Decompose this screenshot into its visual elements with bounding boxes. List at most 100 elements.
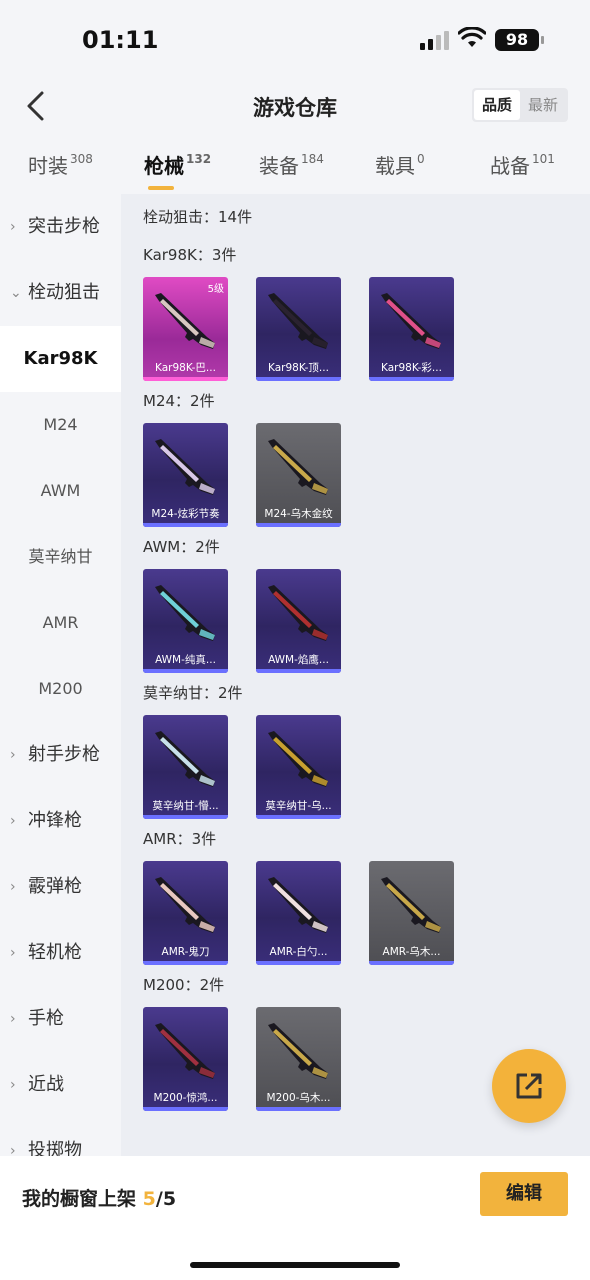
sidebar-item-label: 轻机枪 — [28, 942, 82, 963]
sidebar-item-label: AMR — [42, 613, 79, 632]
weapon-card[interactable]: M24-炫彩节奏 — [143, 423, 228, 527]
weapon-card-label: Kar98K-彩... — [381, 362, 442, 374]
weapon-card-label: AMR-鬼刀 — [161, 946, 210, 958]
chevron-right-icon: › — [10, 1143, 16, 1156]
battery-indicator: 98 — [495, 29, 544, 51]
sort-option-quality[interactable]: 品质 — [474, 90, 520, 120]
tab-count: 184 — [301, 152, 324, 166]
sidebar-item[interactable]: › 霰弹枪 — [0, 854, 121, 920]
weapon-card-label: M24-炫彩节奏 — [151, 508, 220, 520]
edit-button[interactable]: 编辑 — [480, 1172, 568, 1216]
rarity-bar — [143, 669, 228, 673]
weapon-card-label: 莫辛纳甘-懵... — [152, 800, 219, 812]
tab-label: 枪械 — [144, 154, 184, 178]
showcase-text: 我的橱窗上架 — [22, 1188, 137, 1210]
sidebar-item-label: 投掷物 — [28, 1140, 82, 1156]
weapon-card[interactable]: Kar98K-彩... — [369, 277, 454, 381]
rifle-icon — [268, 877, 328, 933]
sidebar-item[interactable]: M24 — [0, 392, 121, 458]
weapon-card[interactable]: 莫辛纳甘-懵... — [143, 715, 228, 819]
chevron-right-icon: › — [10, 1077, 16, 1093]
weapon-card[interactable]: 莫辛纳甘-乌... — [256, 715, 341, 819]
weapon-card[interactable]: Kar98K-顶... — [256, 277, 341, 381]
rifle-icon — [381, 293, 441, 349]
rarity-bar — [256, 815, 341, 819]
header: 游戏仓库 品质 最新 — [0, 78, 590, 134]
chevron-right-icon: › — [10, 879, 16, 895]
weapon-card[interactable]: AWM-纯真... — [143, 569, 228, 673]
weapon-card[interactable]: AMR-白勺... — [256, 861, 341, 965]
bottom-bar: 我的橱窗上架 5/5 编辑 — [0, 1156, 590, 1280]
sidebar-item[interactable]: › 轻机枪 — [0, 920, 121, 986]
sidebar-item[interactable]: AMR — [0, 590, 121, 656]
rarity-bar — [143, 523, 228, 527]
sidebar-item[interactable]: Kar98K — [0, 326, 121, 392]
rarity-bar — [369, 961, 454, 965]
status-bar: 01:11 98 — [0, 0, 590, 78]
sidebar-item[interactable]: M200 — [0, 656, 121, 722]
weapon-card[interactable]: M200-惊鸿... — [143, 1007, 228, 1111]
section-title: Kar98K：3件 — [143, 246, 237, 264]
sidebar-item[interactable]: › 射手步枪 — [0, 722, 121, 788]
rarity-bar — [256, 1107, 341, 1111]
tab-label: 战备 — [490, 154, 530, 178]
share-icon — [516, 1073, 542, 1099]
weapon-card[interactable]: AMR-乌木... — [369, 861, 454, 965]
tab-guns[interactable]: 枪械 132 — [144, 150, 211, 190]
sidebar-item[interactable]: › 手枪 — [0, 986, 121, 1052]
tab-label: 时装 — [28, 154, 68, 178]
rifle-icon — [381, 877, 441, 933]
sidebar-item-label: 栓动狙击 — [28, 282, 100, 303]
tab-vehicles[interactable]: 载具 0 — [375, 150, 425, 179]
sort-option-newest[interactable]: 最新 — [520, 90, 566, 120]
sidebar-item[interactable]: › 近战 — [0, 1052, 121, 1118]
share-fab-button[interactable] — [492, 1049, 566, 1123]
clock: 01:11 — [82, 26, 159, 54]
weapon-type-sidebar: › 突击步枪 ⌄ 栓动狙击 Kar98K M24 AWM 莫辛纳甘 AMR M200 › 射手步枪 › 冲… — [0, 194, 121, 1156]
weapon-card-label: M200-乌木... — [266, 1092, 331, 1104]
weapon-card-label: 莫辛纳甘-乌... — [265, 800, 332, 812]
rarity-bar — [143, 961, 228, 965]
showcase-total: /5 — [155, 1188, 177, 1210]
showcase-count: 5 — [142, 1188, 156, 1210]
sidebar-item-label: 突击步枪 — [28, 216, 100, 237]
rifle-icon — [155, 877, 215, 933]
sidebar-item-label: 手枪 — [28, 1008, 64, 1029]
tab-label: 装备 — [259, 154, 299, 178]
tab-equipment[interactable]: 装备 184 — [259, 150, 324, 179]
tab-supplies[interactable]: 战备 101 — [490, 150, 555, 179]
rifle-icon — [268, 585, 328, 641]
weapon-card-label: AWM-纯真... — [155, 654, 216, 666]
weapon-card[interactable]: 5级 Kar98K-巴... — [143, 277, 228, 381]
sidebar-item[interactable]: 莫辛纳甘 — [0, 524, 121, 590]
rarity-bar — [143, 1107, 228, 1111]
chevron-right-icon: › — [10, 945, 16, 961]
sidebar-item-label: 霰弹枪 — [28, 876, 82, 897]
tab-fashion[interactable]: 时装 308 — [28, 150, 93, 179]
weapon-card[interactable]: M24-乌木金纹 — [256, 423, 341, 527]
category-tabs: 时装 308 枪械 132 装备 184 载具 0 战备 101 — [0, 140, 590, 194]
sidebar-item-label: Kar98K — [23, 348, 98, 369]
tab-count: 0 — [417, 152, 425, 166]
sort-toggle: 品质 最新 — [472, 88, 568, 122]
sidebar-item-label: 近战 — [28, 1074, 64, 1095]
rarity-bar — [256, 961, 341, 965]
home-indicator — [190, 1262, 400, 1268]
sidebar-item[interactable]: ⌄ 栓动狙击 — [0, 260, 121, 326]
sidebar-item-label: 冲锋枪 — [28, 810, 82, 831]
rifle-icon — [268, 731, 328, 787]
chevron-down-icon: ⌄ — [10, 285, 22, 301]
sidebar-item[interactable]: › 突击步枪 — [0, 194, 121, 260]
section-title: AMR：3件 — [143, 830, 217, 848]
weapon-card[interactable]: AWM-焰鹰... — [256, 569, 341, 673]
sidebar-item[interactable]: › 投掷物 — [0, 1118, 121, 1156]
wifi-icon — [458, 27, 486, 47]
section-title: M200：2件 — [143, 976, 225, 994]
rifle-icon — [155, 585, 215, 641]
weapon-card[interactable]: AMR-鬼刀 — [143, 861, 228, 965]
weapon-card-label: AWM-焰鹰... — [268, 654, 329, 666]
weapon-card[interactable]: M200-乌木... — [256, 1007, 341, 1111]
sidebar-item[interactable]: › 冲锋枪 — [0, 788, 121, 854]
sidebar-item[interactable]: AWM — [0, 458, 121, 524]
weapon-card-label: AMR-白勺... — [269, 946, 328, 958]
